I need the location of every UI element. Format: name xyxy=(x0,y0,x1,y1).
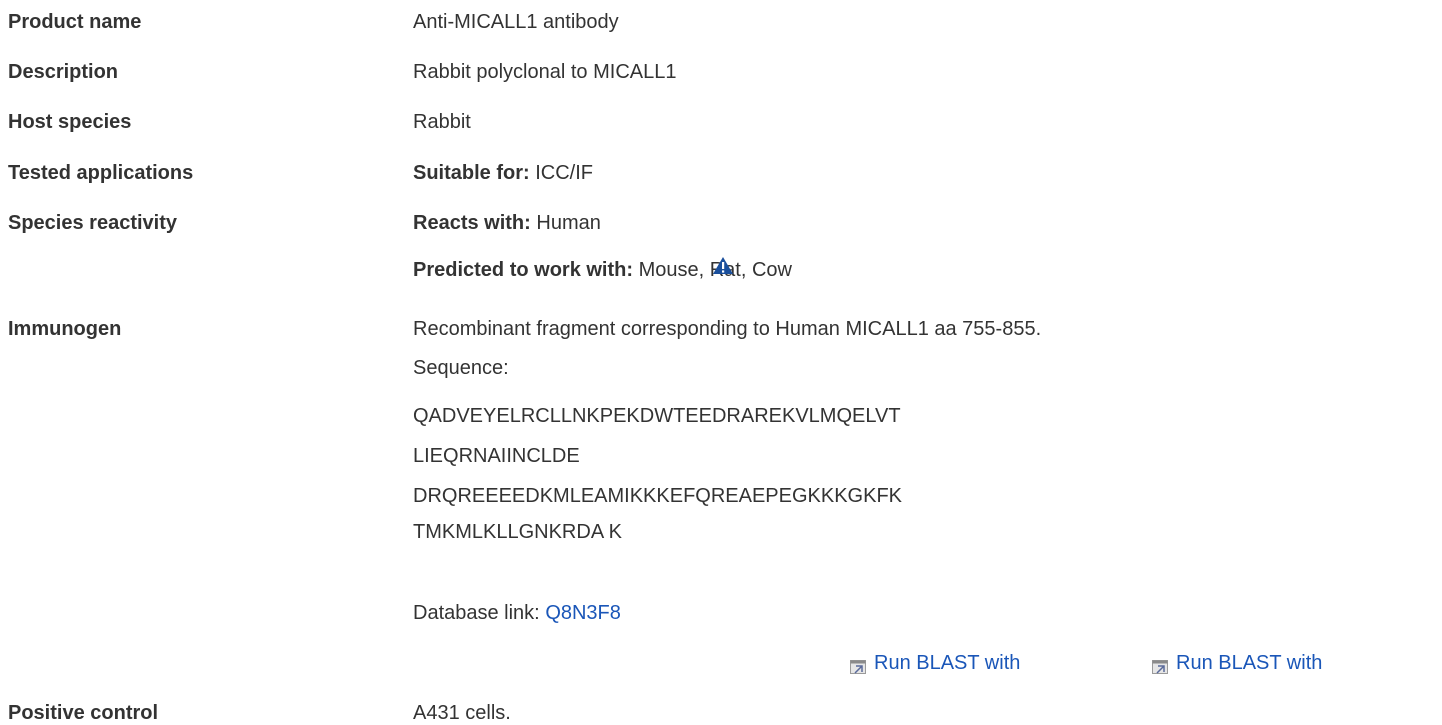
description-value: Rabbit polyclonal to MICALL1 xyxy=(413,61,677,83)
suitable-for-value: ICC/IF xyxy=(535,162,594,184)
predicted-prefix: Predicted to work with: xyxy=(413,259,634,281)
tested-applications-label: Tested applications xyxy=(8,162,194,184)
warning-triangle-icon[interactable] xyxy=(712,256,734,281)
reacts-with-value: Reacts with: Human xyxy=(413,212,601,235)
run-blast-label[interactable]: Run BLAST with xyxy=(874,652,1020,675)
positive-control-label: Positive control xyxy=(8,702,159,724)
sequence-line: LIEQRNAIINCLDE xyxy=(413,445,580,467)
reacts-with-species: Human xyxy=(536,212,601,234)
immunogen-label: Immunogen xyxy=(8,318,122,340)
description-label: Description xyxy=(8,61,119,83)
run-blast-link-1[interactable]: Run BLAST with xyxy=(850,652,1020,675)
database-link[interactable]: Q8N3F8 xyxy=(545,602,621,624)
run-blast-label[interactable]: Run BLAST with xyxy=(1176,652,1322,675)
database-link-row: Database link: Q8N3F8 xyxy=(413,602,621,625)
sequence-line: DRQREEEEDKMLEAMIKKKEFQREAEPEGKKKGKFK xyxy=(413,485,903,507)
sequence-line: QADVEYELRCLLNKPEKDWTEEDRAREKVLMQELVT xyxy=(413,405,901,427)
sequence-label: Sequence: xyxy=(413,357,509,379)
sequence-line: TMKMLKLLGNKRDA K xyxy=(413,521,622,543)
product-name-label: Product name xyxy=(8,11,142,33)
run-blast-link-2[interactable]: Run BLAST with xyxy=(1152,652,1322,675)
tested-applications-value: Suitable for: ICC/IF xyxy=(413,162,593,185)
species-reactivity-label: Species reactivity xyxy=(8,212,177,234)
reacts-with-prefix: Reacts with: xyxy=(413,212,531,234)
external-window-icon xyxy=(850,657,866,674)
immunogen-text: Recombinant fragment corresponding to Hu… xyxy=(413,318,1042,340)
external-window-icon xyxy=(1152,657,1168,674)
positive-control-value: A431 cells. xyxy=(413,702,511,724)
suitable-for-prefix: Suitable for: xyxy=(413,162,530,184)
product-name-value: Anti-MICALL1 antibody xyxy=(413,11,619,33)
host-species-label: Host species xyxy=(8,111,132,133)
database-link-label: Database link: xyxy=(413,602,540,624)
predicted-to-work-value: Predicted to work with: Mouse, Rat, Cow xyxy=(413,259,792,282)
host-species-value: Rabbit xyxy=(413,111,471,133)
